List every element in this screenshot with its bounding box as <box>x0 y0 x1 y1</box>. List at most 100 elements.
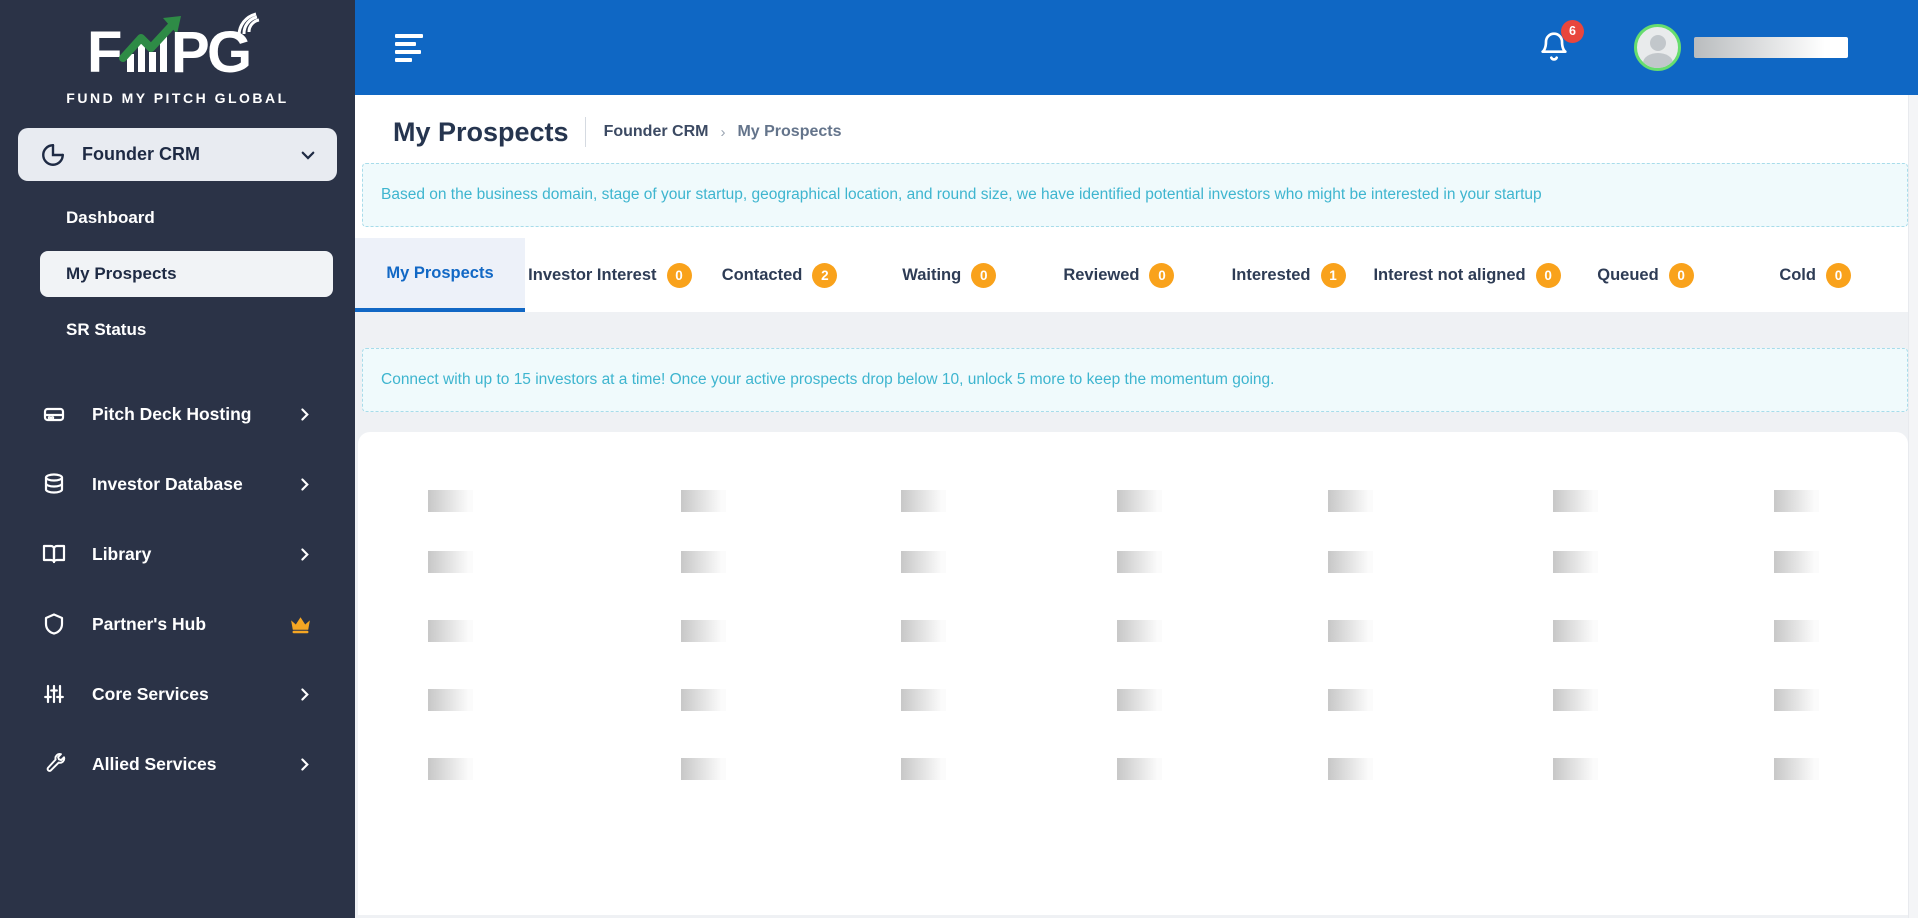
sidebar-item-label: My Prospects <box>66 264 177 283</box>
avatar[interactable] <box>1634 24 1681 71</box>
svg-text:P: P <box>171 20 210 85</box>
loading-skeleton-bar <box>681 689 726 711</box>
loading-skeleton-bar <box>1117 490 1162 512</box>
tab-label: Interest not aligned <box>1373 265 1526 284</box>
loading-skeleton-bar <box>1553 620 1598 642</box>
chevron-right-icon <box>296 686 313 703</box>
crown-icon <box>288 612 313 637</box>
sidebar-item-sr-status[interactable]: SR Status <box>0 307 355 353</box>
loading-skeleton-bar <box>428 551 473 573</box>
shield-icon <box>42 612 66 636</box>
sidebar-item-core-services[interactable]: Core Services <box>0 659 355 729</box>
tab-interested[interactable]: Interested 1 <box>1204 238 1374 312</box>
loading-skeleton-bar <box>1328 551 1373 573</box>
prospects-table-loading-card <box>358 432 1908 915</box>
tab-count-badge: 1 <box>1320 262 1346 288</box>
tab-count-badge: 0 <box>666 262 692 288</box>
loading-skeleton-bar <box>1774 758 1819 780</box>
loading-skeleton-bar <box>1328 620 1373 642</box>
tab-label: Cold <box>1779 265 1816 284</box>
loading-skeleton-bar <box>681 551 726 573</box>
sidebar: F P G FUND MY PITCH GLOBAL Founder CRM D… <box>0 0 355 918</box>
loading-skeleton-bar <box>1553 490 1598 512</box>
loading-skeleton-bar <box>428 490 473 512</box>
page-title: My Prospects <box>393 116 569 147</box>
notifications-button[interactable]: 6 <box>1538 19 1584 67</box>
hard-drive-icon <box>42 402 66 426</box>
loading-skeleton-bar <box>1117 551 1162 573</box>
chevron-right-icon <box>296 406 313 423</box>
loading-skeleton-bar <box>1328 689 1373 711</box>
tab-investor-interest[interactable]: Investor Interest 0 <box>525 238 695 312</box>
chevron-down-icon <box>299 146 317 164</box>
wrench-icon <box>42 752 66 776</box>
pie-chart-icon <box>40 142 66 168</box>
sidebar-item-library[interactable]: Library <box>0 519 355 589</box>
loading-skeleton-bar <box>681 620 726 642</box>
loading-skeleton-bar <box>1553 758 1598 780</box>
tab-label: Investor Interest <box>528 265 657 284</box>
sidebar-item-my-prospects[interactable]: My Prospects <box>40 251 333 297</box>
tab-label: Reviewed <box>1063 265 1140 284</box>
loading-skeleton-bar <box>901 490 946 512</box>
loading-skeleton-bar <box>428 620 473 642</box>
spacer <box>355 312 1918 330</box>
chevron-right-icon <box>296 546 313 563</box>
chevron-right-icon <box>296 476 313 493</box>
loading-skeleton-bar <box>1117 620 1162 642</box>
sidebar-item-label: Pitch Deck Hosting <box>92 403 252 424</box>
divider <box>584 117 586 147</box>
tab-label: Contacted <box>721 265 803 284</box>
breadcrumb-root[interactable]: Founder CRM <box>604 123 709 141</box>
chevron-right-icon <box>296 756 313 773</box>
sidebar-group-founder-crm[interactable]: Founder CRM <box>18 128 337 181</box>
brand-logo: F P G FUND MY PITCH GLOBAL <box>0 0 355 106</box>
tab-waiting[interactable]: Waiting 0 <box>864 238 1034 312</box>
tab-contacted[interactable]: Contacted 2 <box>695 238 865 312</box>
intro-banner-text: Based on the business domain, stage of y… <box>381 186 1542 203</box>
sidebar-item-label: Library <box>92 543 152 564</box>
tab-count-badge: 0 <box>1825 262 1851 288</box>
tab-count-badge: 2 <box>812 262 838 288</box>
notification-count-badge: 6 <box>1561 19 1584 43</box>
scrollbar-track[interactable] <box>1908 95 1918 918</box>
loading-skeleton-bar <box>1553 689 1598 711</box>
tab-label: Waiting <box>902 265 962 284</box>
loading-skeleton-bar <box>1117 689 1162 711</box>
loading-skeleton-bar <box>901 551 946 573</box>
sidebar-item-partners-hub[interactable]: Partner's Hub <box>0 589 355 659</box>
sidebar-item-label: Dashboard <box>66 208 155 227</box>
sidebar-item-label: Core Services <box>92 683 209 704</box>
sidebar-subnav: Dashboard My Prospects SR Status <box>0 195 355 353</box>
menu-toggle-button[interactable] <box>395 33 423 62</box>
sliders-icon <box>42 682 66 706</box>
prospect-status-tabs: My Prospects Investor Interest 0 Contact… <box>355 238 1918 312</box>
sidebar-item-label: Investor Database <box>92 473 243 494</box>
sidebar-item-pitch-deck-hosting[interactable]: Pitch Deck Hosting <box>0 379 355 449</box>
sidebar-group-label: Founder CRM <box>82 144 200 164</box>
svg-text:F: F <box>87 20 122 85</box>
loading-skeleton-bar <box>1328 758 1373 780</box>
username-skeleton <box>1694 37 1848 58</box>
tab-my-prospects[interactable]: My Prospects <box>355 238 525 312</box>
sidebar-nav: Pitch Deck Hosting Investor Database Lib… <box>0 379 355 799</box>
tab-reviewed[interactable]: Reviewed 0 <box>1034 238 1204 312</box>
tab-cold[interactable]: Cold 0 <box>1730 238 1900 312</box>
sidebar-item-label: Allied Services <box>92 753 217 774</box>
loading-skeleton-bar <box>428 689 473 711</box>
fmpg-logo-icon: F P G <box>87 12 259 85</box>
sidebar-item-allied-services[interactable]: Allied Services <box>0 729 355 799</box>
tab-label: My Prospects <box>386 263 494 282</box>
sidebar-item-investor-database[interactable]: Investor Database <box>0 449 355 519</box>
page-header-section: My Prospects Founder CRM › My Prospects … <box>355 95 1918 238</box>
tab-label: Interested <box>1231 265 1311 284</box>
loading-skeleton-bar <box>901 689 946 711</box>
tab-interest-not-aligned[interactable]: Interest not aligned 0 <box>1373 238 1561 312</box>
tab-queued[interactable]: Queued 0 <box>1561 238 1731 312</box>
database-icon <box>42 472 66 496</box>
tab-count-badge: 0 <box>1535 262 1561 288</box>
sidebar-item-label: SR Status <box>66 320 147 339</box>
tab-count-badge: 0 <box>1668 262 1694 288</box>
sidebar-item-dashboard[interactable]: Dashboard <box>0 195 355 241</box>
loading-skeleton-bar <box>1117 758 1162 780</box>
